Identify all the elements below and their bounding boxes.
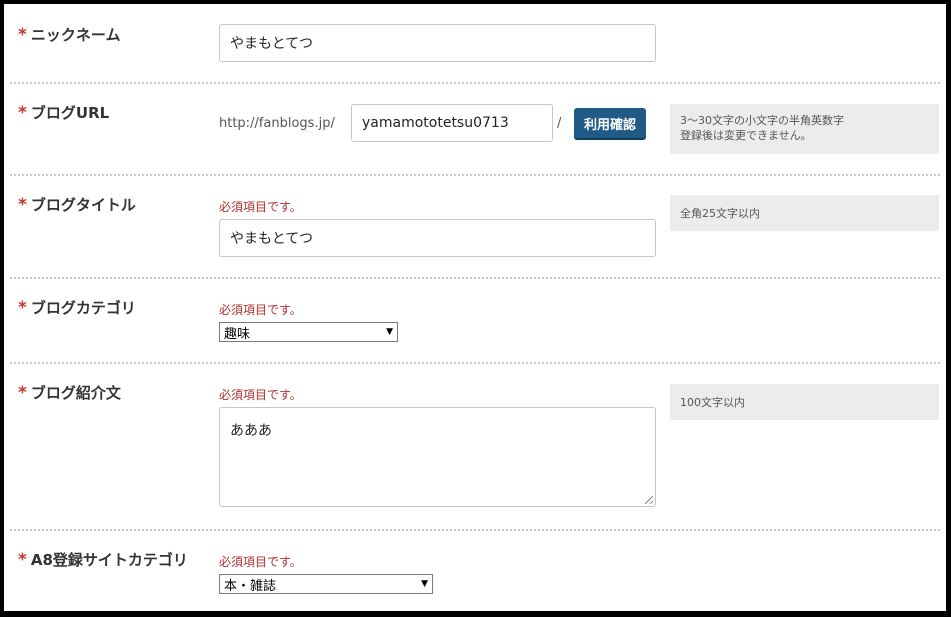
blog-category-select[interactable]: 趣味 ▼ [219,322,398,342]
required-mark: * [18,25,27,45]
blog-intro-label-text: ブログ紹介文 [30,384,121,402]
blog-category-label-text: ブログカテゴリ [30,299,136,317]
divider [10,362,940,364]
divider [10,82,940,84]
a8-category-error: 必須項目です。 [219,555,302,569]
nickname-label-text: ニックネーム [30,26,121,44]
divider [10,277,940,279]
blog-url-hint-line1: 3〜30文字の小文字の半角英数字 [680,114,844,127]
required-mark: * [18,195,27,215]
blog-title-input[interactable]: やまもとてつ [219,219,656,257]
blog-title-error: 必須項目です。 [219,200,302,214]
blog-url-label-text: ブログURL [30,104,110,122]
blog-url-slash: / [557,116,562,131]
blog-url-hint-line2: 登録後は変更できません。 [680,129,812,142]
a8-category-label-text: A8登録サイトカテゴリ [30,551,188,569]
registration-form: * ニックネーム やまもとてつ * ブログURL http://fanblogs.j… [0,0,951,617]
dropdown-arrow-icon: ▼ [421,579,428,589]
dropdown-arrow-icon: ▼ [386,327,393,337]
nickname-label: * ニックネーム [18,24,120,45]
a8-category-selected: 本・雑誌 [224,578,277,594]
required-mark: * [18,383,27,403]
divider [10,174,940,176]
blog-intro-textarea[interactable]: あああ [219,407,656,507]
blog-url-hint: 3〜30文字の小文字の半角英数字 登録後は変更できません。 [670,104,939,154]
blog-url-label: * ブログURL [18,102,109,123]
blog-url-prefix: http://fanblogs.jp/ [219,116,335,131]
blog-title-label-text: ブログタイトル [30,196,136,214]
blog-category-label: * ブログカテゴリ [18,297,136,318]
required-mark: * [18,103,27,123]
blog-intro-hint: 100文字以内 [670,384,939,420]
blog-category-error: 必須項目です。 [219,303,302,317]
blog-intro-label: * ブログ紹介文 [18,382,121,403]
divider [10,529,940,531]
blog-intro-value: あああ [230,423,272,439]
blog-category-selected: 趣味 [224,326,251,342]
required-mark: * [18,298,27,318]
resize-grip-icon[interactable] [645,496,653,504]
check-availability-button[interactable]: 利用確認 [574,108,646,138]
blog-title-hint: 全角25文字以内 [670,195,939,231]
a8-category-label: * A8登録サイトカテゴリ [18,549,188,570]
blog-title-label: * ブログタイトル [18,194,136,215]
nickname-input[interactable]: やまもとてつ [219,24,656,62]
a8-category-select[interactable]: 本・雑誌 ▼ [219,574,433,594]
required-mark: * [18,550,27,570]
blog-url-input[interactable]: yamamototetsu0713 [351,104,553,142]
blog-intro-error: 必須項目です。 [219,388,302,402]
